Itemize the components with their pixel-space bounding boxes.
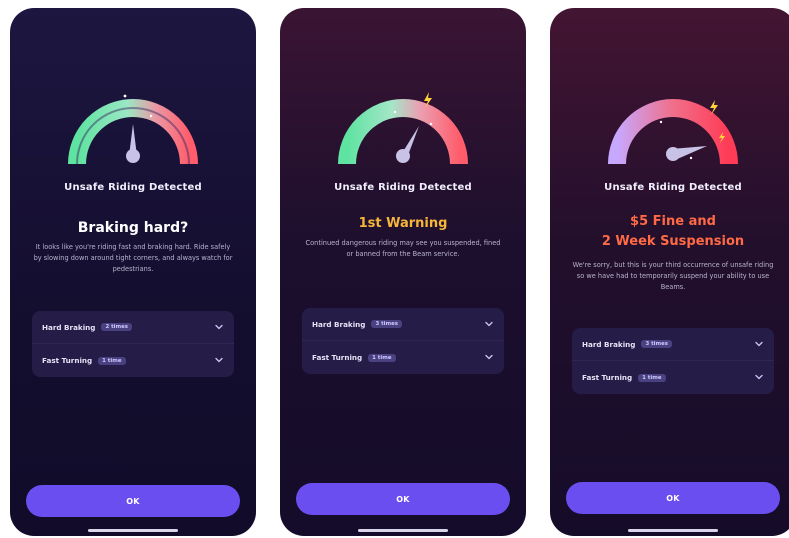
screen-title: Unsafe Riding Detected — [334, 182, 472, 193]
incident-label: Hard Braking — [312, 319, 366, 329]
screen-title: Unsafe Riding Detected — [64, 182, 202, 193]
phone-screen-braking-hard: Unsafe Riding Detected Braking hard? It … — [10, 8, 256, 536]
incident-list: Hard Braking 2 times Fast Turning 1 time — [32, 311, 234, 377]
incident-row-fast-turning[interactable]: Fast Turning 1 time — [572, 361, 774, 394]
screen-heading: $5 Fine and 2 Week Suspension — [550, 212, 789, 252]
ok-button[interactable]: OK — [26, 485, 240, 517]
incident-count-badge: 3 times — [371, 320, 402, 328]
chevron-down-icon — [215, 324, 223, 330]
home-indicator — [88, 529, 178, 532]
chevron-down-icon — [215, 357, 223, 363]
screen-title: Unsafe Riding Detected — [604, 182, 742, 193]
screen-heading-line-2: 2 Week Suspension — [601, 234, 745, 249]
incident-label: Fast Turning — [312, 353, 363, 362]
incident-count-badge: 2 times — [101, 323, 132, 331]
home-indicator — [628, 529, 718, 532]
incident-label: Hard Braking — [582, 339, 636, 349]
incident-row-fast-turning[interactable]: Fast Turning 1 time — [32, 344, 234, 377]
speedometer-icon — [338, 92, 468, 165]
incident-row-hard-braking[interactable]: Hard Braking 3 times — [572, 328, 774, 361]
chevron-down-icon — [755, 374, 763, 380]
screen-heading: Braking hard? — [77, 220, 189, 236]
ok-button[interactable]: OK — [566, 482, 780, 514]
chevron-down-icon — [485, 354, 493, 360]
incident-row-hard-braking[interactable]: Hard Braking 3 times — [302, 308, 504, 341]
incident-count-badge: 1 time — [638, 373, 666, 382]
incident-count-badge: 3 times — [641, 340, 672, 348]
screen-message: Continued dangerous riding may see you s… — [305, 239, 501, 258]
incident-count-badge: 1 time — [98, 356, 126, 365]
phone-screen-first-warning: Unsafe Riding Detected 1st Warning Conti… — [280, 8, 526, 536]
incident-label: Hard Braking — [42, 322, 96, 332]
screen-heading-line-1: $5 Fine and — [630, 214, 716, 229]
home-indicator — [358, 529, 448, 532]
incident-count-badge: 1 time — [368, 353, 396, 362]
incident-label: Fast Turning — [582, 373, 633, 382]
chevron-down-icon — [485, 321, 493, 327]
incident-label: Fast Turning — [42, 356, 93, 365]
screen-message: We're sorry, but this is your third occu… — [572, 261, 774, 291]
incident-list: Hard Braking 3 times Fast Turning 1 time — [302, 308, 504, 374]
ok-button[interactable]: OK — [296, 483, 510, 515]
speedometer-icon — [68, 94, 198, 165]
phone-screen-fine-suspension: Unsafe Riding Detected $5 Fine and 2 Wee… — [550, 8, 789, 536]
screen-heading: 1st Warning — [358, 216, 448, 231]
screen-message: It looks like you're riding fast and bra… — [33, 243, 233, 273]
speedometer-icon — [608, 99, 738, 165]
incident-row-hard-braking[interactable]: Hard Braking 2 times — [32, 311, 234, 344]
chevron-down-icon — [755, 341, 763, 347]
incident-row-fast-turning[interactable]: Fast Turning 1 time — [302, 341, 504, 374]
incident-list: Hard Braking 3 times Fast Turning 1 time — [572, 328, 774, 394]
